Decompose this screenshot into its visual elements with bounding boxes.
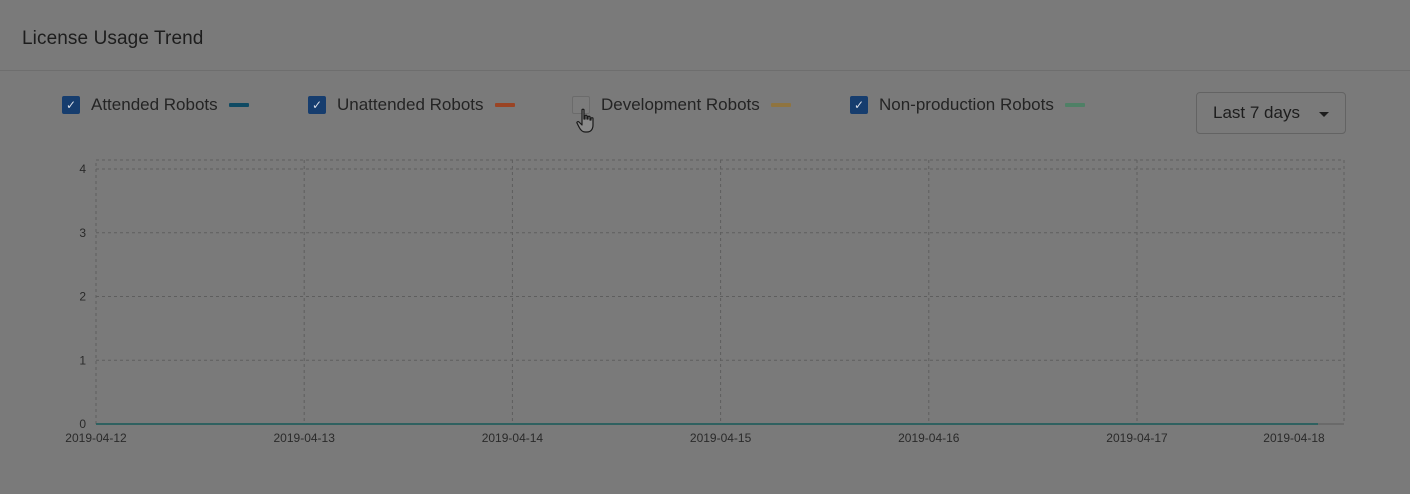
panel-title: License Usage Trend [22,28,204,49]
legend-swatch [1064,103,1085,107]
caret-down-icon [1319,112,1329,117]
legend-item-development-robots[interactable]: Development Robots [572,93,791,117]
legend-label: Unattended Robots [337,95,484,114]
x-tick-label: 2019-04-16 [898,431,960,445]
legend-swatch [494,103,515,107]
hand-pointer-icon [576,108,594,133]
y-tick-label: 3 [79,226,86,240]
y-tick-label: 1 [79,353,86,367]
legend-label: Development Robots [601,95,760,114]
license-usage-chart: 0 1 2 3 4 2019-04-12 2019-04-13 2019-04-14 2019-… [65,159,1345,445]
date-range-value: Last 7 days [1213,103,1300,122]
legend-label: Non-production Robots [879,95,1054,114]
x-tick-label: 2019-04-17 [1106,431,1168,445]
legend-label: Attended Robots [91,95,218,114]
x-tick-label: 2019-04-15 [690,431,752,445]
panel-header: License Usage Trend [0,0,1410,71]
x-tick-label: 2019-04-14 [482,431,544,445]
non-production-robots-checkbox[interactable]: ✓ [850,96,868,114]
legend-item-attended-robots[interactable]: ✓ Attended Robots [62,93,249,117]
date-range-select[interactable]: Last 7 days [1196,92,1346,134]
legend-swatch [228,103,249,107]
y-tick-label: 0 [79,417,86,431]
unattended-robots-checkbox[interactable]: ✓ [308,96,326,114]
plot-border [95,159,1345,425]
x-tick-label: 2019-04-12 [65,431,127,445]
legend-item-non-production-robots[interactable]: ✓ Non-production Robots [850,93,1085,117]
legend-swatch [770,103,791,107]
attended-robots-checkbox[interactable]: ✓ [62,96,80,114]
x-tick-label: 2019-04-13 [274,431,336,445]
legend-item-unattended-robots[interactable]: ✓ Unattended Robots [308,93,515,117]
x-tick-label: 2019-04-18 [1263,431,1325,445]
y-tick-label: 2 [79,290,86,304]
y-tick-label: 4 [79,162,86,176]
